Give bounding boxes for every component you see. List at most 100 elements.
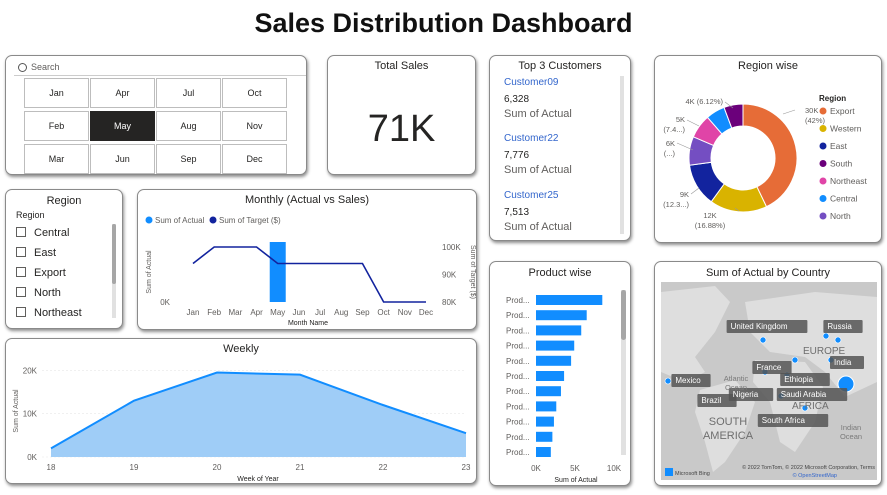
month-option-feb[interactable]: Feb <box>24 111 89 141</box>
legend-label-central: Central <box>830 194 858 204</box>
map-bubble <box>759 336 767 344</box>
x-tick-label: 23 <box>462 463 471 472</box>
month-grid: Jan Apr Jul Oct Feb May Aug Nov Mar Jun Sep Dec <box>24 78 288 174</box>
product-scroll-thumb[interactable] <box>621 290 626 340</box>
month-option-jul[interactable]: Jul <box>156 78 221 108</box>
month-option-sep[interactable]: Sep <box>156 144 221 174</box>
search-input[interactable]: Search <box>14 62 306 76</box>
donut-data-label: 5K <box>676 115 685 124</box>
x-tick-label: Mar <box>228 308 242 317</box>
product-bar <box>536 371 565 381</box>
donut-data-label: (12.3...) <box>663 200 689 209</box>
customer-item: Customer25 7,513 Sum of Actual <box>504 190 624 233</box>
x-tick-label: Aug <box>334 308 348 317</box>
y-tick-label: Prod... <box>506 357 530 366</box>
map-region-label: EUROPE <box>803 346 846 357</box>
map-country-label: Brazil <box>701 396 721 405</box>
month-option-may[interactable]: May <box>90 111 155 141</box>
x-tick-label: Sep <box>355 308 370 317</box>
monthly-chart: Sum of Actual Sum of Target ($) Sum of Act… <box>145 216 476 327</box>
map-bubble <box>834 336 842 344</box>
map-ocean-label: Ocean <box>840 432 862 441</box>
map-country-label: Mexico <box>675 376 701 385</box>
donut-data-label: (42%) <box>805 116 826 125</box>
product-bar <box>536 386 561 397</box>
donut-data-label: 9K <box>680 190 689 199</box>
product-chart: Prod... Prod... Prod... Prod... Prod... Prod.… <box>506 295 622 484</box>
checkbox[interactable] <box>16 247 26 258</box>
legend-marker-western <box>819 125 827 132</box>
legend-label-northeast: Northeast <box>830 176 867 186</box>
region-option-label: East <box>34 247 57 259</box>
x-tick-label: 22 <box>379 463 388 472</box>
map-ocean-label: Atlantic <box>724 374 749 383</box>
checkbox[interactable] <box>16 307 26 318</box>
y-tick-label: Prod... <box>506 372 530 381</box>
checkbox[interactable] <box>16 267 26 278</box>
region-option-northeast[interactable]: Northeast <box>16 307 82 319</box>
target-line <box>192 246 426 303</box>
y-tick-label: Prod... <box>506 311 530 320</box>
x-tick-label: 20 <box>213 463 222 472</box>
y-tick-label: Prod... <box>506 387 530 396</box>
customer-label: Sum of Actual <box>504 164 572 176</box>
country-map[interactable]: United Kingdom Russia India FranceEthiopia M… <box>655 262 882 486</box>
month-option-jan[interactable]: Jan <box>24 78 89 108</box>
month-slicer: Search Jan Apr Jul Oct Feb May Aug Nov Mar Jun Sep… <box>5 55 307 175</box>
map-ocean-label: Indian <box>841 423 861 432</box>
x-tick-label: 18 <box>47 463 56 472</box>
region-option-north[interactable]: North <box>16 287 61 299</box>
legend-marker-export <box>819 107 827 115</box>
map-country-label: Russia <box>827 322 852 331</box>
legend-marker-south <box>819 160 827 167</box>
x-tick-label: 19 <box>130 463 139 472</box>
checkbox[interactable] <box>16 227 26 238</box>
y-tick-label: 0K <box>160 298 170 307</box>
y-axis-title: Sum of Actual <box>13 389 20 433</box>
map-region-label: AMERICA <box>703 430 754 442</box>
y-tick-label: Prod... <box>506 402 530 411</box>
map-ocean-label: Ocean <box>725 383 747 392</box>
legend-target-label: Sum of Target ($) <box>219 216 281 225</box>
y-axis-title: Sum of Actual <box>146 250 153 294</box>
weekly-chart-card: Weekly 20K 10K 0K Sum of Actual 18 19 20 21 22 23… <box>5 338 477 484</box>
top-customers-title: Top 3 Customers <box>518 60 602 72</box>
map-country-label: India <box>834 358 852 367</box>
customer-name: Customer09 <box>504 77 559 88</box>
map-region-label: SOUTH <box>709 416 748 428</box>
month-option-dec[interactable]: Dec <box>222 144 287 174</box>
donut-data-label: (7.4...) <box>663 125 685 134</box>
region-option-east[interactable]: East <box>16 247 56 259</box>
page-title: Sales Distribution Dashboard <box>254 8 633 38</box>
region-slicer-header: Region <box>16 210 45 220</box>
month-option-mar[interactable]: Mar <box>24 144 89 174</box>
region-scroll-thumb[interactable] <box>112 224 116 284</box>
month-option-jun[interactable]: Jun <box>90 144 155 174</box>
legend-target-marker <box>209 216 217 224</box>
total-sales-title: Total Sales <box>374 60 429 72</box>
total-sales-value: 71K <box>367 108 436 150</box>
month-option-aug[interactable]: Aug <box>156 111 221 141</box>
x-tick-label: 10K <box>607 464 622 473</box>
region-option-label: Central <box>34 227 70 239</box>
region-option-central[interactable]: Central <box>16 227 69 239</box>
month-option-apr[interactable]: Apr <box>90 78 155 108</box>
customers-scrollbar[interactable] <box>620 76 624 234</box>
map-osm-link: © OpenStreetMap <box>793 472 837 479</box>
x-tick-label: Jan <box>187 308 200 317</box>
region-option-export[interactable]: Export <box>16 267 66 279</box>
donut-leader-line <box>690 187 700 195</box>
top-customers-card: Top 3 Customers Customer09 6,328 Sum of … <box>489 55 631 241</box>
map-country-label: South Africa <box>762 416 806 425</box>
product-bar <box>536 355 572 366</box>
month-option-nov[interactable]: Nov <box>222 111 287 141</box>
customer-value: 7,776 <box>504 150 530 161</box>
x-tick-label: 0K <box>531 464 541 473</box>
region-slicer: Region Region Central East Export North Nort… <box>5 189 123 329</box>
checkbox[interactable] <box>16 287 26 298</box>
x-tick-label: Oct <box>377 308 390 317</box>
donut-data-label: 6K <box>666 139 675 148</box>
legend-label-export: Export <box>830 106 855 116</box>
month-option-oct[interactable]: Oct <box>222 78 287 108</box>
map-card: Sum of Actual by Country United Kingdom R… <box>654 261 882 486</box>
